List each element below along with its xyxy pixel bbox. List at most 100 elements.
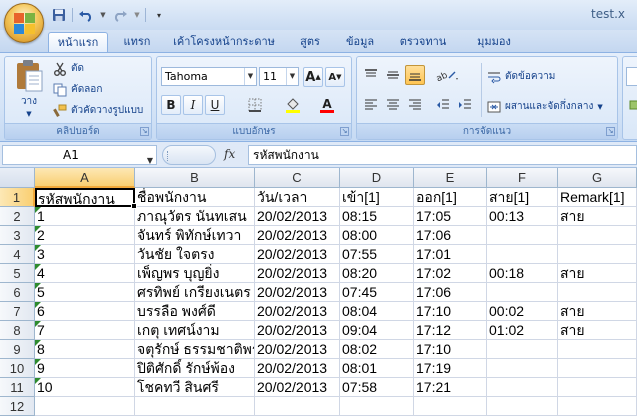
cell-g7[interactable]: สาย: [558, 302, 637, 321]
cell-g9[interactable]: [558, 340, 637, 359]
customize-qat-icon[interactable]: ▾: [150, 6, 168, 24]
cell-d5[interactable]: 08:20: [340, 264, 414, 283]
cell-f3[interactable]: [487, 226, 558, 245]
cell-g10[interactable]: [558, 359, 637, 378]
merge-center-button[interactable]: ผสานและจัดกึ่งกลาง ▼: [487, 99, 603, 114]
cell-g11[interactable]: [558, 378, 637, 397]
cell-g3[interactable]: [558, 226, 637, 245]
cell-g1[interactable]: Remark[1]: [558, 188, 637, 207]
cell-g5[interactable]: สาย: [558, 264, 637, 283]
tab-home[interactable]: หน้าแรก: [48, 32, 108, 52]
cell-c8[interactable]: 20/02/2013: [255, 321, 340, 340]
cell-a4[interactable]: 3: [35, 245, 135, 264]
cell-b9[interactable]: จตุรักษ์ ธรรมชาติพร: [135, 340, 255, 359]
redo-dropdown-icon[interactable]: ▼: [133, 6, 141, 24]
cell-c9[interactable]: 20/02/2013: [255, 340, 340, 359]
cell-b5[interactable]: เพ็ญพร บุญยิ่ง: [135, 264, 255, 283]
cell-c6[interactable]: 20/02/2013: [255, 283, 340, 302]
row-header-11[interactable]: 11: [0, 378, 35, 397]
cell-b12[interactable]: [135, 397, 255, 416]
column-header-a[interactable]: A: [35, 168, 135, 188]
cell-b10[interactable]: ปิติศักดิ์ รักษ์พ้อง: [135, 359, 255, 378]
cell-e9[interactable]: 17:10: [414, 340, 487, 359]
cell-c4[interactable]: 20/02/2013: [255, 245, 340, 264]
insert-function-button[interactable]: fx: [224, 147, 235, 161]
cell-d11[interactable]: 07:58: [340, 378, 414, 397]
office-button[interactable]: [4, 3, 44, 43]
cell-f9[interactable]: [487, 340, 558, 359]
select-all-corner[interactable]: [0, 168, 35, 188]
cell-d6[interactable]: 07:45: [340, 283, 414, 302]
cell-e2[interactable]: 17:05: [414, 207, 487, 226]
cell-c1[interactable]: วัน/เวลา: [255, 188, 340, 207]
cell-b11[interactable]: โชคทวี สินศรี: [135, 378, 255, 397]
undo-icon[interactable]: [77, 6, 95, 24]
tab-formulas[interactable]: สูตร: [290, 32, 330, 52]
cell-e10[interactable]: 17:19: [414, 359, 487, 378]
cell-e3[interactable]: 17:06: [414, 226, 487, 245]
number-format-combo[interactable]: [626, 67, 637, 86]
bold-button[interactable]: B: [161, 95, 181, 115]
font-color-button[interactable]: A: [317, 95, 337, 115]
row-header-1[interactable]: 1: [0, 188, 35, 207]
cell-f1[interactable]: สาย[1]: [487, 188, 558, 207]
cell-a7[interactable]: 6: [35, 302, 135, 321]
paste-button[interactable]: วาง ▼: [11, 59, 47, 118]
font-name-dropdown-icon[interactable]: ▼: [244, 68, 256, 85]
cell-g2[interactable]: สาย: [558, 207, 637, 226]
cell-g6[interactable]: [558, 283, 637, 302]
cell-a3[interactable]: 2: [35, 226, 135, 245]
underline-button[interactable]: U: [205, 95, 225, 115]
align-center-button[interactable]: [383, 95, 403, 115]
cell-a1[interactable]: รหัสพนักงาน: [35, 188, 135, 207]
cell-f8[interactable]: 01:02: [487, 321, 558, 340]
borders-button[interactable]: [245, 95, 265, 115]
shrink-font-button[interactable]: A ▼: [325, 67, 345, 87]
cell-c3[interactable]: 20/02/2013: [255, 226, 340, 245]
row-header-3[interactable]: 3: [0, 226, 35, 245]
tab-review[interactable]: ตรวจทาน: [390, 32, 456, 52]
row-header-2[interactable]: 2: [0, 207, 35, 226]
cell-a5[interactable]: 4: [35, 264, 135, 283]
cell-g4[interactable]: [558, 245, 637, 264]
column-header-b[interactable]: B: [135, 168, 255, 188]
cell-b6[interactable]: ศรทิพย์ เกรียงเนตร: [135, 283, 255, 302]
tab-view[interactable]: มุมมอง: [466, 32, 522, 52]
column-header-g[interactable]: G: [558, 168, 637, 188]
cell-f12[interactable]: [487, 397, 558, 416]
align-left-button[interactable]: [361, 95, 381, 115]
grow-font-button[interactable]: A ▲: [303, 67, 323, 87]
orientation-button[interactable]: ab: [433, 65, 461, 85]
cell-f7[interactable]: 00:02: [487, 302, 558, 321]
column-header-c[interactable]: C: [255, 168, 340, 188]
row-header-5[interactable]: 5: [0, 264, 35, 283]
italic-button[interactable]: I: [183, 95, 203, 115]
cell-e5[interactable]: 17:02: [414, 264, 487, 283]
wrap-text-button[interactable]: ตัดข้อความ: [487, 69, 555, 84]
cell-d7[interactable]: 08:04: [340, 302, 414, 321]
name-box[interactable]: A1 ▼: [2, 145, 157, 165]
cell-c7[interactable]: 20/02/2013: [255, 302, 340, 321]
cell-c5[interactable]: 20/02/2013: [255, 264, 340, 283]
font-name-combo[interactable]: Tahoma ▼: [161, 67, 257, 86]
row-header-12[interactable]: 12: [0, 397, 35, 416]
font-dialog-launcher-icon[interactable]: ↘: [340, 127, 349, 136]
tab-data[interactable]: ข้อมูล: [338, 32, 382, 52]
font-size-combo[interactable]: 11 ▼: [259, 67, 299, 86]
row-header-7[interactable]: 7: [0, 302, 35, 321]
fill-color-button[interactable]: [283, 95, 303, 115]
cell-b8[interactable]: เกตุ เทศน์งาม: [135, 321, 255, 340]
row-header-8[interactable]: 8: [0, 321, 35, 340]
cell-d1[interactable]: เข้า[1]: [340, 188, 414, 207]
align-right-button[interactable]: [405, 95, 425, 115]
cell-a9[interactable]: 8: [35, 340, 135, 359]
cell-d12[interactable]: [340, 397, 414, 416]
redo-icon[interactable]: [111, 6, 129, 24]
formula-input[interactable]: รหัสพนักงาน: [248, 145, 637, 165]
resize-grip-icon[interactable]: [167, 151, 170, 161]
increase-indent-button[interactable]: [455, 95, 475, 115]
cell-d4[interactable]: 07:55: [340, 245, 414, 264]
cell-b2[interactable]: ภาณุวัตร นันทเสน: [135, 207, 255, 226]
cell-d2[interactable]: 08:15: [340, 207, 414, 226]
cell-f2[interactable]: 00:13: [487, 207, 558, 226]
